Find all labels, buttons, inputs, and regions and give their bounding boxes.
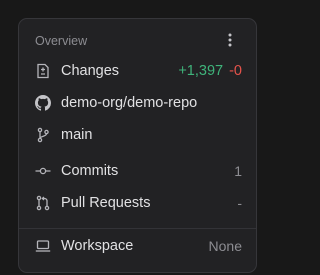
laptop-icon (35, 238, 51, 254)
commits-label: Commits (61, 163, 119, 179)
file-diff-icon (35, 63, 51, 79)
branch-row[interactable]: main (35, 124, 242, 146)
git-branch-icon (35, 127, 51, 143)
repo-label: demo-org/demo-repo (61, 95, 198, 111)
workspace-row[interactable]: Workspace None (35, 235, 242, 257)
panel-header: Overview (35, 34, 88, 48)
commits-count: 1 (234, 163, 242, 179)
overview-panel: Overview Changes +1,397 -0 demo-org/demo… (18, 18, 257, 273)
workspace-value: None (208, 238, 242, 254)
repo-row[interactable]: demo-org/demo-repo (35, 92, 242, 114)
changes-label: Changes (61, 63, 120, 79)
git-commit-icon (35, 163, 51, 179)
pull-requests-value: - (237, 195, 242, 211)
github-icon (35, 95, 51, 111)
branch-label: main (61, 127, 93, 143)
commits-row[interactable]: Commits 1 (35, 160, 242, 182)
pull-requests-row[interactable]: Pull Requests - (35, 192, 242, 214)
divider (19, 228, 256, 229)
pull-requests-label: Pull Requests (61, 195, 151, 211)
deletions-count: -0 (229, 63, 242, 79)
changes-row[interactable]: Changes +1,397 -0 (35, 60, 242, 82)
more-vertical-icon[interactable] (221, 31, 239, 49)
git-pull-request-icon (35, 195, 51, 211)
additions-count: +1,397 (178, 63, 224, 79)
workspace-label: Workspace (61, 238, 134, 254)
